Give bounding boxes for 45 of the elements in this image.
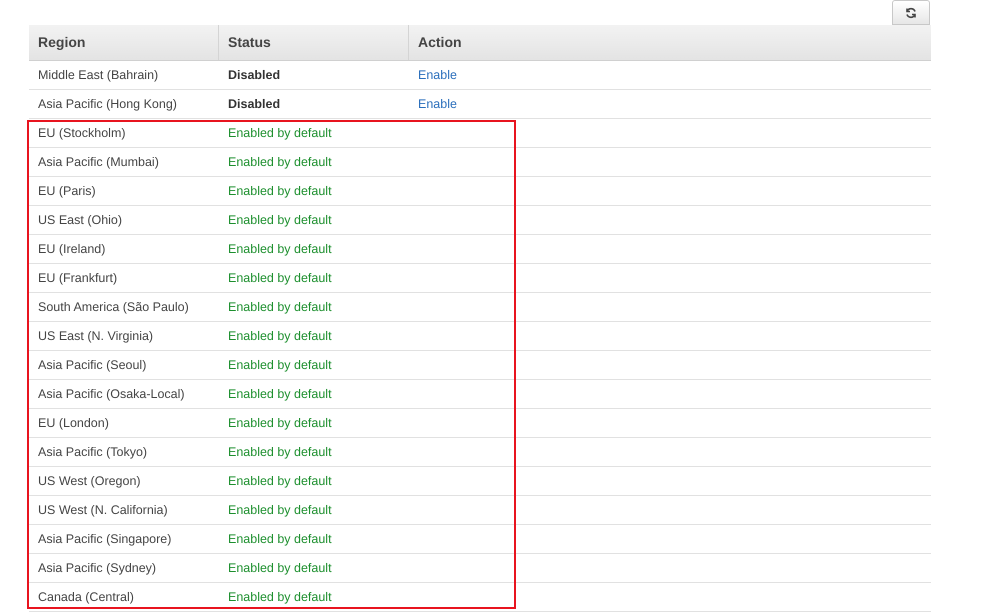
enable-link[interactable]: Enable bbox=[418, 68, 457, 82]
status-text: Enabled by default bbox=[228, 502, 332, 517]
region-name: Middle East (Bahrain) bbox=[38, 68, 158, 82]
status-text: Enabled by default bbox=[228, 212, 332, 227]
status-text: Enabled by default bbox=[228, 126, 332, 140]
status-text: Enabled by default bbox=[228, 560, 332, 575]
status-text: Enabled by default bbox=[228, 416, 332, 430]
region-name: Asia Pacific (Singapore) bbox=[38, 532, 172, 546]
region-name: EU (Paris) bbox=[38, 184, 96, 198]
region-name: South America (São Paulo) bbox=[38, 300, 189, 314]
status-text: Enabled by default bbox=[228, 184, 332, 198]
region-name: Asia Pacific (Tokyo) bbox=[38, 444, 148, 459]
region-name: EU (Ireland) bbox=[38, 242, 106, 256]
status-text: Enabled by default bbox=[228, 358, 332, 372]
region-name: US East (Ohio) bbox=[38, 212, 122, 227]
enable-link[interactable]: Enable bbox=[418, 96, 457, 111]
status-text: Enabled by default bbox=[228, 444, 332, 459]
status-text: Enabled by default bbox=[228, 154, 332, 169]
status-text: Enabled by default bbox=[228, 300, 332, 314]
refresh-icon bbox=[905, 6, 917, 18]
status-text: Disabled bbox=[228, 96, 280, 111]
status-text: Enabled by default bbox=[228, 590, 332, 604]
region-name: US East (N. Virginia) bbox=[38, 328, 154, 343]
status-text: Enabled by default bbox=[228, 532, 332, 546]
status-text: Enabled by default bbox=[228, 474, 332, 488]
region-name: EU (Frankfurt) bbox=[38, 270, 118, 285]
region-name: US West (N. California) bbox=[38, 502, 168, 517]
region-name: Asia Pacific (Mumbai) bbox=[38, 154, 159, 169]
region-name: Canada (Central) bbox=[38, 590, 134, 604]
status-text: Enabled by default bbox=[228, 270, 332, 285]
region-name: Asia Pacific (Hong Kong) bbox=[38, 96, 177, 111]
column-header: Action bbox=[418, 33, 462, 52]
status-text: Enabled by default bbox=[228, 386, 332, 401]
status-text: Enabled by default bbox=[228, 242, 332, 256]
status-text: Disabled bbox=[228, 68, 280, 82]
region-name: EU (Stockholm) bbox=[38, 126, 126, 140]
region-name: US West (Oregon) bbox=[38, 474, 141, 488]
status-text: Enabled by default bbox=[228, 328, 332, 343]
region-name: EU (London) bbox=[38, 416, 109, 430]
region-name: Asia Pacific (Osaka-Local) bbox=[38, 386, 185, 401]
region-name: Asia Pacific (Seoul) bbox=[38, 358, 146, 372]
column-header: Status bbox=[228, 33, 271, 52]
region-name: Asia Pacific (Sydney) bbox=[38, 560, 156, 575]
refresh-button[interactable] bbox=[892, 0, 930, 25]
column-header: Region bbox=[38, 33, 86, 52]
